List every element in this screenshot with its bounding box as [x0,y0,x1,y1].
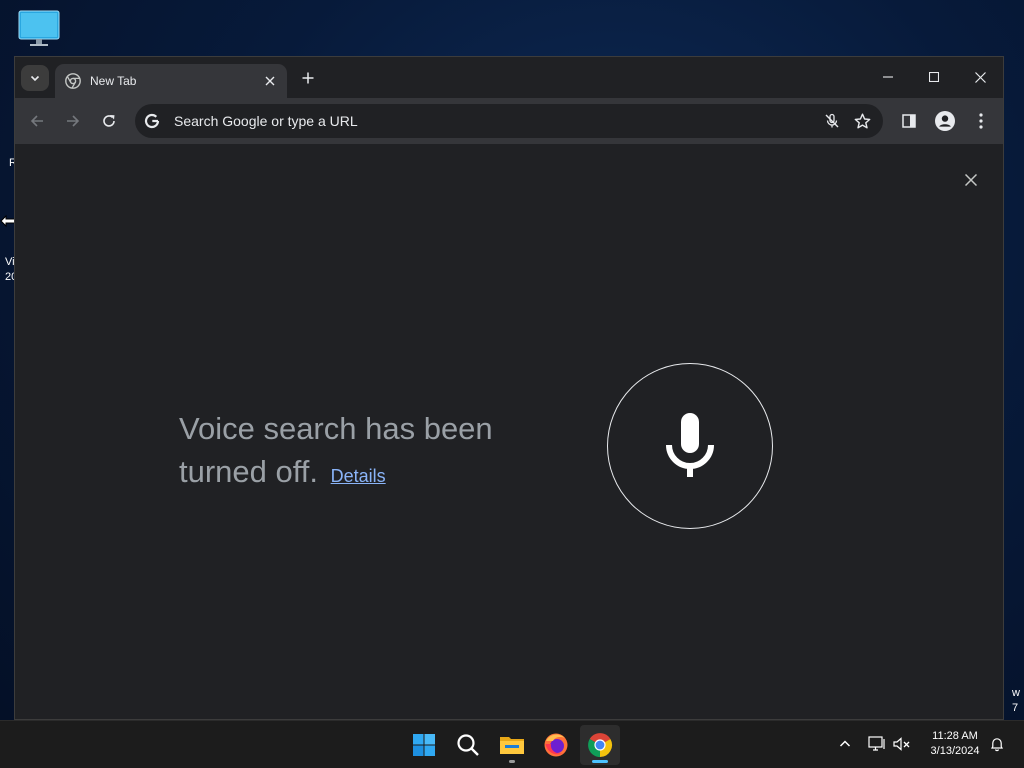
desktop-label-fragment: 7 [1012,702,1019,714]
close-icon [974,71,986,83]
title-bar: New Tab [15,57,1003,98]
address-input[interactable] [172,112,817,130]
tab-new-tab[interactable]: New Tab [55,64,287,98]
omnibox[interactable] [135,104,883,138]
start-button[interactable] [404,725,444,765]
side-panel-icon [902,114,916,128]
minimize-button[interactable] [868,65,908,89]
chrome-icon [65,73,81,89]
start-icon [413,734,435,756]
volume-button[interactable] [891,733,913,755]
tab-search-button[interactable] [21,65,49,91]
back-button[interactable] [25,109,49,133]
network-status-button[interactable] [866,733,888,755]
toolbar [15,98,1003,144]
show-hidden-icons-button[interactable] [834,733,856,755]
more-vert-icon [979,113,983,129]
microphone-icon [666,413,714,477]
taskbar-file-explorer[interactable] [492,725,532,765]
close-tab-icon[interactable] [262,73,278,89]
arrow-right-icon [67,115,80,127]
details-link[interactable]: Details [331,466,386,486]
voice-search-mic-button[interactable] [607,363,773,529]
taskbar-chrome[interactable] [580,725,620,765]
plus-icon [302,72,314,84]
chevron-down-icon [30,75,40,82]
maximize-icon [929,72,939,82]
new-tab-button[interactable] [297,67,319,89]
clock-time: 11:28 AM [932,730,978,742]
mic-off-icon[interactable] [817,106,847,136]
close-voice-search-button[interactable] [959,168,983,192]
profile-button[interactable] [933,109,957,133]
side-panel-button[interactable] [897,109,921,133]
taskbar: 11:28 AM 3/13/2024 [0,720,1024,768]
profile-avatar-icon [935,111,955,131]
tab-title: New Tab [90,74,137,88]
system-clock[interactable]: 11:28 AM 3/13/2024 [918,729,992,759]
bookmark-star-icon[interactable] [847,106,877,136]
reload-button[interactable] [97,109,121,133]
chrome-icon [588,733,613,757]
taskbar-search-button[interactable] [448,725,488,765]
menu-button[interactable] [969,109,993,133]
close-icon [965,174,977,186]
reload-icon [103,115,115,127]
forward-button[interactable] [61,109,85,133]
taskbar-firefox[interactable] [536,725,576,765]
minimize-icon [883,76,893,78]
firefox-icon [544,733,568,757]
this-pc-desktop-icon[interactable] [18,10,60,48]
running-indicator [509,760,515,763]
clock-date: 3/13/2024 [930,745,980,757]
volume-muted-icon [893,737,910,751]
voice-search-overlay: Voice search has been turned off. Detail… [15,144,1003,719]
chevron-up-icon [839,740,851,747]
active-indicator [592,760,608,763]
search-icon [457,734,479,756]
network-icon [868,736,885,751]
close-window-button[interactable] [960,65,1000,89]
google-g-icon [144,113,160,129]
arrow-left-icon [30,115,43,127]
file-explorer-icon [500,737,524,754]
desktop-label-fragment: w [1012,687,1020,699]
notifications-button[interactable] [986,733,1008,755]
bell-icon [991,738,1003,752]
chrome-window: New Tab Search Google or type a URL Voic… [14,56,1004,720]
voice-search-message-block: Voice search has been turned off. Detail… [179,407,559,498]
maximize-button[interactable] [914,65,954,89]
